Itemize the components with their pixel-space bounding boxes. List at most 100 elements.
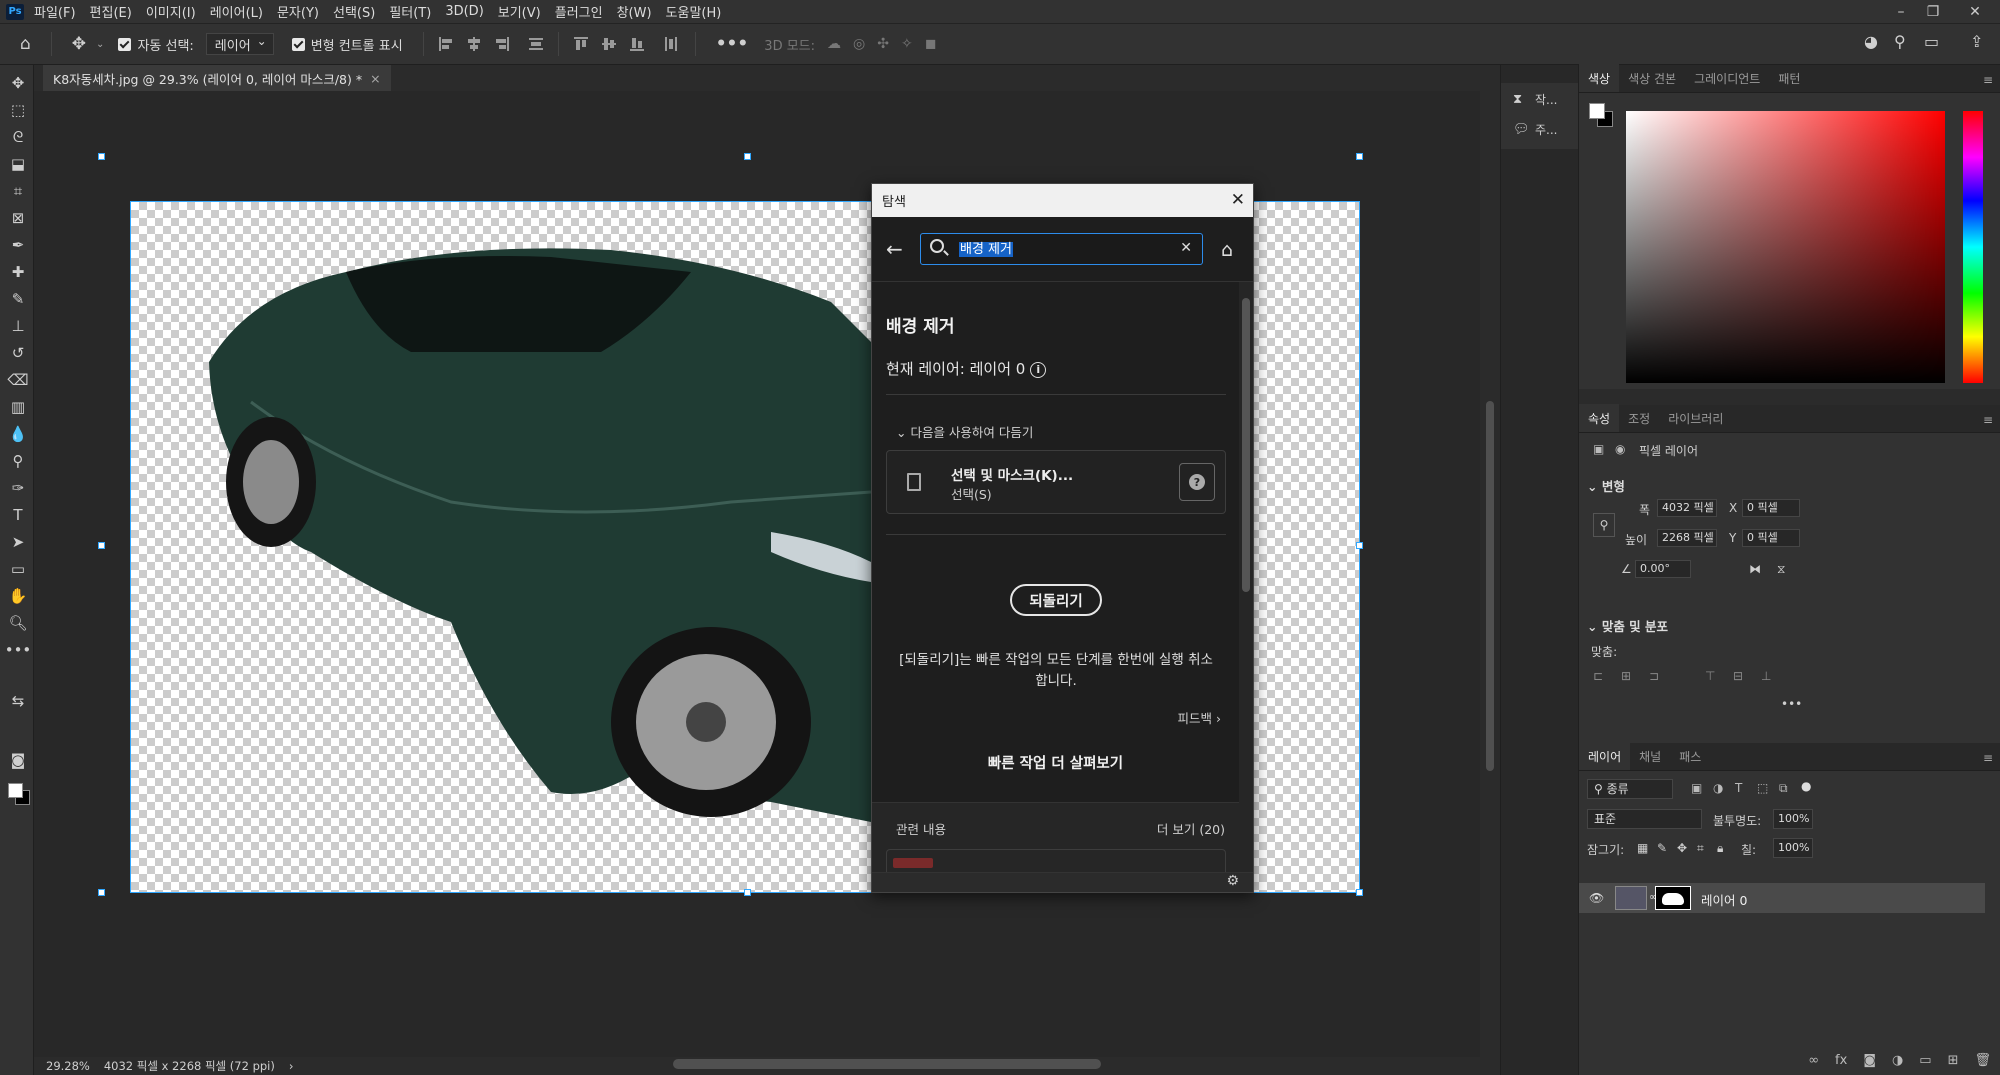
tab-paths[interactable]: 패스	[1670, 742, 1710, 770]
crop-tool-icon[interactable]: ⌗	[8, 181, 28, 201]
hand-tool-icon[interactable]: ✋	[8, 586, 28, 606]
tab-color[interactable]: 색상	[1579, 64, 1620, 92]
distribute-vertical-icon[interactable]	[528, 36, 544, 52]
menu-window[interactable]: 창(W)	[617, 2, 652, 21]
angle-input[interactable]: 0.00°	[1635, 560, 1691, 578]
home-icon[interactable]: ⌂	[1221, 239, 1233, 261]
flip-horizontal-icon[interactable]: ⧓	[1749, 562, 1761, 576]
tab-patterns[interactable]: 패턴	[1769, 64, 1809, 92]
layer-row[interactable]: 👁︎ ∞ 레이어 0	[1579, 883, 1985, 913]
tab-layers[interactable]: 레이어	[1579, 742, 1631, 770]
help-button[interactable]: ?	[1179, 463, 1215, 501]
transform-handle-tr[interactable]	[1356, 153, 1363, 160]
eraser-tool-icon[interactable]: ⌫	[7, 370, 28, 390]
menu-file[interactable]: 파일(F)	[34, 2, 76, 21]
minimize-icon[interactable]: –	[1886, 0, 1916, 23]
type-tool-icon[interactable]: T	[8, 505, 28, 525]
tool-preset-chevron-icon[interactable]: ⌄	[96, 39, 104, 50]
move-tool-icon[interactable]: ✥	[72, 34, 86, 54]
filter-adjustment-icon[interactable]: ◑	[1713, 781, 1723, 795]
frame-tool-icon[interactable]: ⊠	[8, 208, 28, 228]
transform-handle-br[interactable]	[1356, 889, 1363, 896]
discover-search-input[interactable]: 배경 제거 ✕	[920, 233, 1203, 265]
object-select-tool-icon[interactable]: ⬓	[8, 154, 28, 174]
clone-stamp-tool-icon[interactable]: ⊥	[8, 316, 28, 336]
home-icon[interactable]: ⌂	[20, 34, 31, 54]
feedback-link[interactable]: 피드백 ›	[1178, 708, 1221, 727]
foreground-color-swatch[interactable]	[1589, 103, 1605, 119]
new-layer-icon[interactable]: ⊞	[1948, 1053, 1959, 1068]
brush-tool-icon[interactable]: ✎	[8, 289, 28, 309]
vertical-scrollbar[interactable]	[1480, 91, 1500, 1057]
tab-adjustments[interactable]: 조정	[1619, 404, 1659, 432]
align-left-icon[interactable]	[438, 36, 454, 52]
link-layers-icon[interactable]: ∞	[1808, 1053, 1819, 1068]
transform-handle-ml[interactable]	[98, 542, 105, 549]
distribute-horizontal-icon[interactable]	[663, 36, 679, 52]
horizontal-scroll-thumb[interactable]	[673, 1059, 1101, 1069]
gear-icon[interactable]: ⚙	[1226, 873, 1239, 889]
zoom-level[interactable]: 29.28%	[46, 1059, 90, 1073]
panel-menu-icon[interactable]: ≡	[1983, 751, 1993, 765]
lock-position-icon[interactable]: ✥	[1677, 841, 1687, 855]
transform-handle-mr[interactable]	[1356, 542, 1363, 549]
transform-handle-tc[interactable]	[744, 153, 751, 160]
history-brush-tool-icon[interactable]: ↺	[8, 343, 28, 363]
menu-edit[interactable]: 편집(E)	[90, 2, 132, 21]
align-left-icon[interactable]: ⊏	[1593, 669, 1603, 683]
lasso-tool-icon[interactable]: ᘓ	[8, 127, 28, 147]
align-right-icon[interactable]: ⊐	[1649, 669, 1659, 683]
align-hcenter-icon[interactable]	[466, 36, 482, 52]
tab-channels[interactable]: 채널	[1630, 742, 1670, 770]
search-icon[interactable]: ⚲	[1894, 32, 1906, 51]
more-options-icon[interactable]: •••	[716, 34, 749, 54]
actions-panel-button[interactable]: ⧗ 작...	[1513, 91, 1557, 108]
canvas-area[interactable]	[34, 91, 1480, 1057]
transform-handle-bc[interactable]	[744, 889, 751, 896]
transform-section-header[interactable]: ⌄ 변형	[1587, 476, 1625, 495]
y-input[interactable]: 0 픽셀	[1742, 529, 1800, 547]
explore-more-actions-link[interactable]: 빠른 작업 더 살펴보기	[872, 752, 1239, 773]
auto-select-target-select[interactable]: 레이어	[205, 33, 274, 55]
layer-mask-thumbnail[interactable]	[1655, 886, 1691, 910]
comments-panel-button[interactable]: 💬︎ 주...	[1513, 121, 1557, 138]
layer-filter-select[interactable]: ⚲ 종류	[1587, 779, 1673, 799]
new-group-icon[interactable]: ▭	[1919, 1053, 1931, 1068]
blur-tool-icon[interactable]: 💧	[8, 424, 28, 444]
lock-all-icon[interactable]: 🔒︎	[1717, 841, 1723, 856]
close-tab-icon[interactable]: ×	[370, 71, 380, 86]
fill-input[interactable]: 100%	[1773, 838, 1813, 858]
layer-name[interactable]: 레이어 0	[1701, 890, 1747, 909]
link-icon[interactable]: ⚲	[1593, 513, 1615, 537]
search-value[interactable]: 배경 제거	[959, 242, 1013, 257]
back-arrow-icon[interactable]: ←	[886, 237, 903, 261]
auto-select-checkbox[interactable]	[118, 37, 132, 51]
refine-with-toggle[interactable]: ⌄ 다음을 사용하여 다듬기	[896, 422, 1033, 441]
quick-mask-icon[interactable]: ◙	[8, 750, 28, 770]
rectangle-tool-icon[interactable]: ▭	[8, 559, 28, 579]
tab-libraries[interactable]: 라이브러리	[1659, 404, 1732, 432]
move-tool-icon[interactable]: ✥	[8, 73, 28, 93]
height-input[interactable]: 2268 픽셀	[1657, 529, 1717, 547]
close-icon[interactable]: ✕	[1231, 190, 1245, 210]
panel-menu-icon[interactable]: ≡	[1983, 73, 1993, 87]
visibility-eye-icon[interactable]: 👁︎	[1589, 891, 1604, 905]
info-icon[interactable]: i	[1030, 361, 1047, 378]
menu-select[interactable]: 선택(S)	[333, 2, 375, 21]
filter-smart-object-icon[interactable]: ⧉	[1779, 781, 1788, 796]
vertical-scroll-thumb[interactable]	[1486, 401, 1494, 771]
gradient-tool-icon[interactable]: ▥	[8, 397, 28, 417]
blend-mode-select[interactable]: 표준	[1587, 809, 1702, 829]
edit-toolbar-icon[interactable]: •••	[5, 640, 32, 660]
eyedropper-tool-icon[interactable]: ✒	[8, 235, 28, 255]
discover-scroll-thumb[interactable]	[1242, 298, 1250, 592]
status-expand-icon[interactable]: ›	[289, 1059, 294, 1073]
add-mask-icon[interactable]: ◙	[1863, 1053, 1876, 1068]
path-select-tool-icon[interactable]: ➤	[8, 532, 28, 552]
align-hcenter-icon[interactable]: ⊞	[1621, 669, 1631, 683]
align-top-icon[interactable]	[573, 36, 589, 52]
menu-type[interactable]: 문자(Y)	[277, 2, 319, 21]
align-vcenter-icon[interactable]	[601, 36, 617, 52]
flip-vertical-icon[interactable]: ⧖	[1777, 562, 1785, 577]
align-top-icon[interactable]: ⊤	[1705, 669, 1715, 683]
